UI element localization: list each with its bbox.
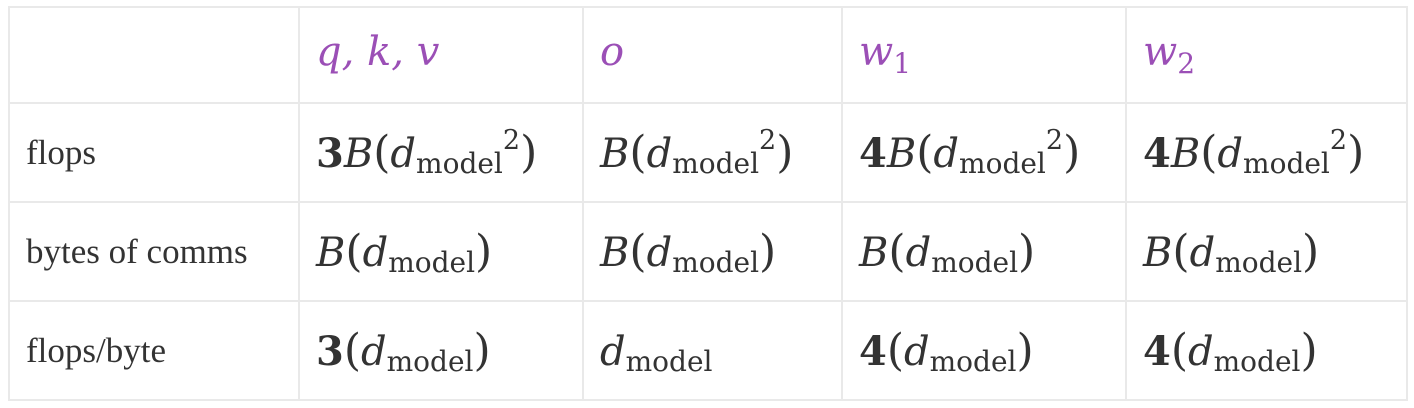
coefficient: 4	[1143, 328, 1171, 375]
subscript: model	[929, 345, 1017, 378]
d-symbol: d	[1189, 230, 1216, 276]
variable: B	[859, 230, 889, 276]
d-symbol: d	[1188, 329, 1214, 375]
column-header-subscript: 2	[1177, 47, 1196, 80]
d-symbol: d	[390, 131, 417, 177]
table-row-flops: flops 3B(dmodel2) B(dmodel2) 4B(dmodel2)…	[8, 102, 1408, 203]
close-paren: )	[1300, 325, 1318, 376]
math-cell: 4(dmodel)	[841, 300, 1127, 401]
variable: B	[886, 131, 917, 177]
column-header-subscript: 1	[893, 47, 912, 80]
subscript: model	[931, 246, 1019, 279]
column-header-label: w	[859, 29, 894, 75]
d-symbol: d	[646, 230, 673, 276]
open-paren: (	[373, 127, 391, 178]
open-paren: (	[345, 226, 363, 277]
d-symbol: d	[1217, 131, 1244, 177]
coefficient: 4	[859, 328, 887, 375]
close-paren: )	[1063, 127, 1081, 178]
variable: B	[316, 230, 346, 276]
column-header-qkv: q, k, v	[298, 6, 584, 104]
math-cell: 3B(dmodel2)	[298, 102, 584, 203]
math-cell: B(dmodel)	[1125, 201, 1408, 302]
coefficient: 3	[316, 130, 344, 177]
column-header-label: w	[1143, 29, 1178, 75]
subscript: model	[672, 246, 760, 279]
open-paren: (	[1172, 226, 1190, 277]
math-cell: B(dmodel)	[298, 201, 584, 302]
open-paren: (	[1170, 325, 1189, 376]
d-symbol: d	[600, 329, 626, 375]
math-cell: 4(dmodel)	[1125, 300, 1408, 401]
d-symbol: d	[905, 230, 932, 276]
d-symbol: d	[904, 329, 930, 375]
subscript: model	[959, 147, 1046, 180]
close-paren: )	[473, 325, 491, 376]
subscript: model	[416, 147, 503, 180]
variable: B	[600, 131, 630, 177]
variable: B	[1170, 131, 1201, 177]
open-paren: (	[343, 325, 362, 376]
math-cell: B(dmodel)	[582, 201, 843, 302]
open-paren: (	[888, 226, 906, 277]
subscript: model	[1243, 147, 1330, 180]
d-symbol: d	[933, 131, 960, 177]
open-paren: (	[629, 226, 647, 277]
d-symbol: d	[361, 329, 387, 375]
superscript: 2	[1329, 125, 1348, 156]
open-paren: (	[886, 325, 905, 376]
coefficient: 4	[1143, 130, 1171, 177]
close-paren: )	[520, 127, 538, 178]
close-paren: )	[776, 127, 794, 178]
coefficient: 3	[316, 328, 344, 375]
math-cell: dmodel	[582, 300, 843, 401]
coefficient: 4	[859, 130, 887, 177]
superscript: 2	[759, 125, 777, 156]
table-row-bytes-of-comms: bytes of comms B(dmodel) B(dmodel) B(dmo…	[8, 201, 1408, 302]
subscript: model	[625, 345, 713, 378]
close-paren: )	[1302, 226, 1320, 277]
column-header-label: q, k, v	[316, 29, 440, 75]
superscript: 2	[502, 125, 521, 156]
close-paren: )	[1018, 226, 1036, 277]
d-symbol: d	[362, 230, 389, 276]
open-paren: (	[916, 127, 934, 178]
column-header-o: o	[582, 6, 843, 104]
subscript: model	[1215, 246, 1303, 279]
close-paren: )	[759, 226, 777, 277]
math-cell: B(dmodel)	[841, 201, 1127, 302]
table-row-flops-per-byte: flops/byte 3(dmodel) dmodel 4(dmodel) 4(…	[8, 300, 1408, 401]
corner-cell	[8, 6, 300, 104]
subscript: model	[1213, 345, 1301, 378]
column-header-w1: w1	[841, 6, 1127, 104]
variable: B	[1143, 230, 1173, 276]
math-cell: 4B(dmodel2)	[1125, 102, 1408, 203]
cost-comparison-table: q, k, v o w1 w2 flops 3B(dmodel2) B(dmod…	[8, 6, 1408, 401]
close-paren: )	[1347, 127, 1365, 178]
subscript: model	[388, 246, 476, 279]
subscript: model	[386, 345, 474, 378]
superscript: 2	[1045, 125, 1064, 156]
math-cell: 4B(dmodel2)	[841, 102, 1127, 203]
d-symbol: d	[646, 131, 673, 177]
row-label-bytes-of-comms: bytes of comms	[8, 201, 300, 302]
variable: B	[600, 230, 630, 276]
variable: B	[343, 131, 374, 177]
subscript: model	[672, 147, 760, 180]
column-header-w2: w2	[1125, 6, 1408, 104]
column-header-label: o	[600, 29, 625, 75]
row-label-flops-per-byte: flops/byte	[8, 300, 300, 401]
close-paren: )	[475, 226, 493, 277]
open-paren: (	[1200, 127, 1218, 178]
math-cell: B(dmodel2)	[582, 102, 843, 203]
header-row: q, k, v o w1 w2	[8, 6, 1408, 104]
open-paren: (	[629, 127, 647, 178]
row-label-flops: flops	[8, 102, 300, 203]
math-cell: 3(dmodel)	[298, 300, 584, 401]
close-paren: )	[1016, 325, 1034, 376]
